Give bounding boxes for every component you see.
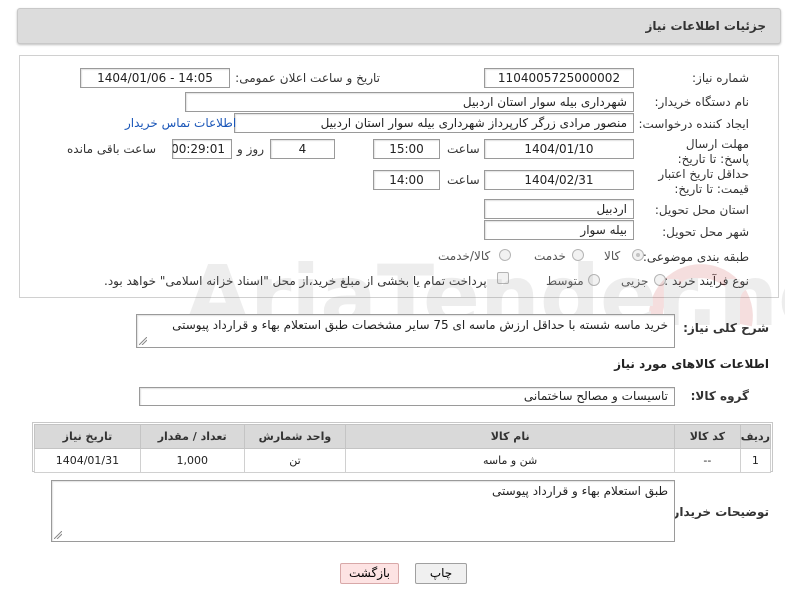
cell-row-number: 1 — [739, 448, 772, 473]
remaining-time-label: ساعت باقی مانده — [67, 142, 157, 156]
cell-quantity: 1,000 — [139, 448, 245, 473]
days-label: روز و — [237, 142, 264, 156]
deadline-date-field[interactable]: 1404/01/10 — [484, 139, 634, 159]
price-validity-date-field[interactable]: 1404/02/31 — [484, 170, 634, 190]
col-header-unit: واحد شمارش — [243, 424, 347, 449]
requester-label: ایجاد کننده درخواست: — [638, 117, 749, 131]
need-number-field[interactable]: 1104005725000002 — [484, 68, 634, 88]
category-radio-goods-service[interactable] — [499, 249, 511, 261]
col-header-name: نام کالا — [345, 424, 675, 449]
col-header-date: تاریخ نیاز — [34, 424, 141, 449]
col-header-quantity: تعداد / مقدار — [139, 424, 245, 449]
resize-handle-icon[interactable] — [54, 531, 62, 539]
process-type-label: نوع فرآیند خرید : — [664, 274, 749, 288]
page-title: جزئیات اطلاعات نیاز — [645, 19, 766, 33]
goods-table-header: ردیف کد کالا نام کالا واحد شمارش تعداد /… — [34, 424, 772, 449]
buyer-org-field[interactable]: شهرداری بیله سوار استان اردبیل — [185, 92, 634, 112]
category-radio-service[interactable] — [572, 249, 584, 261]
goods-group-field[interactable]: تاسیسات و مصالح ساختمانی — [139, 387, 675, 406]
goods-table: ردیف کد کالا نام کالا واحد شمارش تعداد /… — [34, 424, 772, 473]
days-field[interactable]: 4 — [270, 139, 335, 159]
table-row[interactable]: 1 -- شن و ماسه تن 1,000 1404/01/31 — [34, 448, 772, 473]
process-radio-medium[interactable] — [588, 274, 600, 286]
process-option-minor: جزیی — [621, 274, 649, 288]
need-number-label: شماره نیاز: — [692, 71, 749, 85]
city-field[interactable]: بیله سوار — [484, 220, 634, 240]
summary-text: خرید ماسه شسته با حداقل ارزش ماسه ای 75 … — [172, 318, 668, 332]
back-button[interactable]: بازگشت — [340, 563, 399, 584]
resize-handle-icon[interactable] — [139, 337, 147, 345]
deadline-time-label: ساعت — [447, 142, 480, 156]
category-option-goods-service: کالا/خدمت — [438, 249, 491, 263]
category-radio-goods[interactable] — [632, 249, 644, 261]
cell-name: شن و ماسه — [345, 448, 675, 473]
buyer-notes-text: طبق استعلام بهاء و قرارداد پیوستی — [492, 484, 668, 498]
col-header-row: ردیف — [739, 424, 772, 449]
announce-date-field[interactable]: 1404/01/06 - 14:05 — [80, 68, 230, 88]
goods-group-label: گروه کالا: — [690, 389, 749, 403]
summary-label: شرح کلی نیاز: — [683, 321, 769, 335]
cell-date: 1404/01/31 — [34, 448, 141, 473]
deadline-label: مهلت ارسال پاسخ: تا تاریخ: — [677, 137, 749, 166]
deadline-time-field[interactable]: 15:00 — [373, 139, 440, 159]
process-option-medium: متوسط — [546, 274, 584, 288]
goods-section-title: اطلاعات کالاهای مورد نیاز — [614, 357, 769, 371]
remaining-time-field[interactable]: 00:29:01 — [172, 139, 232, 159]
category-option-goods: کالا — [604, 249, 621, 263]
buyer-org-label: نام دستگاه خریدار: — [654, 95, 750, 109]
treasury-payment-note: پرداخت تمام یا بخشی از مبلغ خرید،از محل … — [104, 274, 487, 288]
price-validity-time-field[interactable]: 14:00 — [373, 170, 440, 190]
print-button[interactable]: چاپ — [415, 563, 467, 584]
province-field[interactable]: اردبیل — [484, 199, 634, 219]
requester-field[interactable]: منصور مرادی زرگر کارپرداز شهرداری بیله س… — [234, 113, 634, 133]
process-radio-minor[interactable] — [654, 274, 666, 286]
buyer-notes-label: توضیحات خریدار: — [667, 505, 769, 519]
cell-code: -- — [673, 448, 741, 473]
price-validity-label: حداقل تاریخ اعتبار قیمت: تا تاریخ: — [658, 167, 749, 196]
treasury-payment-checkbox[interactable] — [497, 272, 509, 284]
summary-textarea[interactable]: خرید ماسه شسته با حداقل ارزش ماسه ای 75 … — [136, 314, 675, 348]
col-header-code: کد کالا — [673, 424, 741, 449]
page-header: جزئیات اطلاعات نیاز — [17, 8, 781, 44]
province-label: استان محل تحویل: — [654, 203, 749, 217]
buyer-notes-textarea[interactable]: طبق استعلام بهاء و قرارداد پیوستی — [51, 480, 675, 542]
price-validity-time-label: ساعت — [447, 173, 480, 187]
category-label: طبقه بندی موضوعی: — [642, 250, 749, 264]
announce-date-label: تاریخ و ساعت اعلان عمومی: — [235, 71, 380, 85]
buyer-contact-link[interactable]: اطلاعات تماس خریدار — [125, 116, 236, 130]
city-label: شهر محل تحویل: — [662, 225, 749, 239]
category-option-service: خدمت — [534, 249, 566, 263]
cell-unit: تن — [243, 448, 347, 473]
